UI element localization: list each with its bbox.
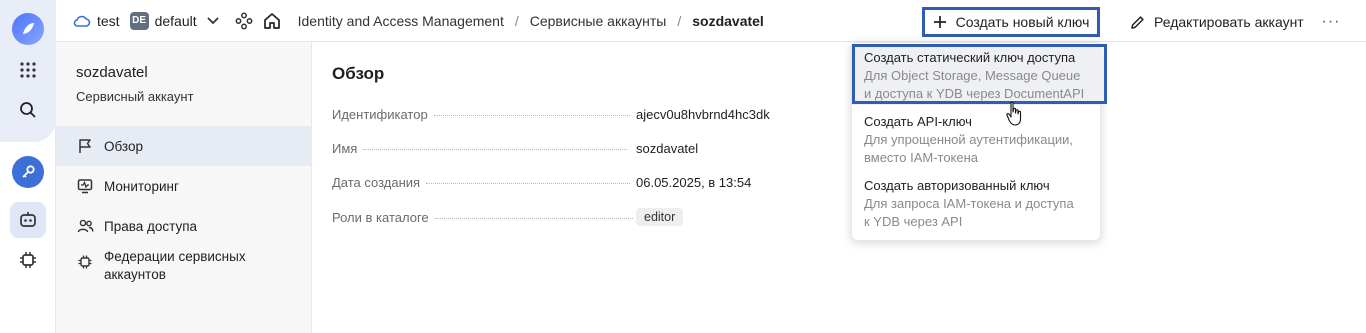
field-value: sozdavatel: [636, 141, 699, 156]
sidebar-item-label: Мониторинг: [104, 178, 179, 194]
menu-item-desc: и доступа к YDB через DocumentAPI: [864, 86, 1085, 101]
chip-icon: [76, 253, 94, 271]
menu-item-title: Создать авторизованный ключ: [864, 178, 1050, 193]
hand-cursor-icon: [1006, 101, 1022, 126]
field-row-roles: Роли в каталоге editor: [332, 208, 772, 226]
home-icon[interactable]: [263, 12, 281, 30]
cloud-selector[interactable]: test: [73, 13, 120, 29]
breadcrumb-separator: /: [677, 12, 682, 29]
field-value: 06.05.2025, в 13:54: [636, 175, 752, 190]
chip-icon[interactable]: [10, 242, 46, 278]
more-dots-icon: ···: [1321, 13, 1341, 30]
dotted-leader: [426, 183, 631, 184]
sidebar-item-label: Права доступа: [104, 218, 198, 234]
create-new-key-label: Создать новый ключ: [955, 14, 1090, 30]
sidebar-item-label: Федерации сервисных аккаунтов: [104, 248, 246, 284]
account-title: sozdavatel: [76, 64, 148, 81]
breadcrumb: Identity and Access Management / Сервисн…: [298, 13, 764, 29]
sidebar-item-overview[interactable]: Обзор: [56, 126, 312, 166]
sidebar-item-label-line1: Федерации сервисных: [104, 249, 246, 264]
robot-service-account-icon[interactable]: [10, 202, 46, 238]
menu-item-desc: Для запроса IAM-токена и доступа: [864, 196, 1074, 211]
menu-item-static-key[interactable]: Создать статический ключ доступа Для Obj…: [852, 47, 1102, 105]
service-account-sidebar: sozdavatel Сервисный аккаунт Обзор Монит…: [56, 42, 312, 333]
edit-account-label: Редактировать аккаунт: [1154, 14, 1304, 30]
folder-badge: DE: [129, 11, 149, 30]
field-row-name: Имя sozdavatel: [332, 141, 772, 156]
cloud-name: test: [97, 12, 120, 29]
field-row-id: Идентификатор ajecv0u8hvbrnd4hc3dk: [332, 107, 772, 122]
more-actions-button[interactable]: ···: [1318, 11, 1344, 33]
sidebar-item-monitoring[interactable]: Мониторинг: [56, 166, 312, 206]
create-key-menu: Создать статический ключ доступа Для Obj…: [851, 42, 1102, 241]
menu-item-api-key[interactable]: Создать API-ключ Для упрощенной аутентиф…: [852, 113, 1102, 171]
apps-grid-icon[interactable]: [10, 52, 46, 88]
menu-item-title: Создать статический ключ доступа: [864, 50, 1076, 65]
field-label: Имя: [332, 141, 358, 156]
left-rail: [0, 0, 56, 333]
iam-key-icon[interactable]: [10, 154, 46, 190]
sidebar-item-label-line2: аккаунтов: [104, 267, 166, 282]
menu-item-authorized-key[interactable]: Создать авторизованный ключ Для запроса …: [852, 177, 1102, 235]
create-new-key-button[interactable]: Создать новый ключ: [922, 7, 1100, 37]
menu-item-desc: Для упрощенной аутентификации,: [864, 132, 1074, 147]
chevron-down-icon: [206, 16, 219, 24]
field-label: Роли в каталоге: [332, 210, 429, 225]
breadcrumb-separator: /: [514, 12, 519, 29]
pencil-icon: [1131, 15, 1144, 29]
menu-item-desc: вместо IAM-токена: [864, 150, 979, 165]
field-label: Идентификатор: [332, 107, 428, 122]
search-icon[interactable]: [10, 92, 46, 128]
breadcrumb-current: sozdavatel: [692, 12, 764, 29]
menu-item-desc: Для Object Storage, Message Queue: [864, 68, 1081, 83]
users-icon: [76, 217, 94, 235]
sidebar-item-access-rights[interactable]: Права доступа: [56, 206, 312, 246]
role-tag: editor: [636, 208, 684, 226]
monitor-icon: [76, 177, 94, 195]
field-row-created: Дата создания 06.05.2025, в 13:54: [332, 175, 772, 190]
page-title: Обзор: [332, 64, 385, 83]
account-subtitle: Сервисный аккаунт: [76, 89, 194, 104]
folder-name: default: [154, 12, 197, 29]
services-graph-icon[interactable]: [235, 12, 253, 30]
role-tag-label: editor: [636, 208, 684, 226]
cloud-logo-icon[interactable]: [12, 13, 44, 45]
menu-item-title: Создать API-ключ: [864, 114, 972, 129]
field-value: ajecv0u8hvbrnd4hc3dk: [636, 107, 770, 122]
cloud-icon: [73, 15, 91, 27]
menu-item-desc: к YDB через API: [864, 214, 963, 229]
folder-selector[interactable]: DE default: [129, 11, 219, 30]
breadcrumb-iam[interactable]: Identity and Access Management: [298, 13, 504, 29]
flag-icon: [76, 137, 94, 155]
dotted-leader: [434, 218, 633, 219]
dotted-leader: [363, 149, 628, 150]
sidebar-item-label: Обзор: [104, 138, 143, 154]
field-label: Дата создания: [332, 175, 421, 190]
edit-account-button[interactable]: Редактировать аккаунт: [1124, 7, 1310, 37]
dotted-leader: [433, 115, 630, 116]
sidebar-item-federations[interactable]: Федерации сервисных аккаунтов: [56, 248, 312, 288]
breadcrumb-service-accounts[interactable]: Сервисные аккаунты: [530, 13, 667, 29]
plus-icon: [933, 16, 946, 28]
